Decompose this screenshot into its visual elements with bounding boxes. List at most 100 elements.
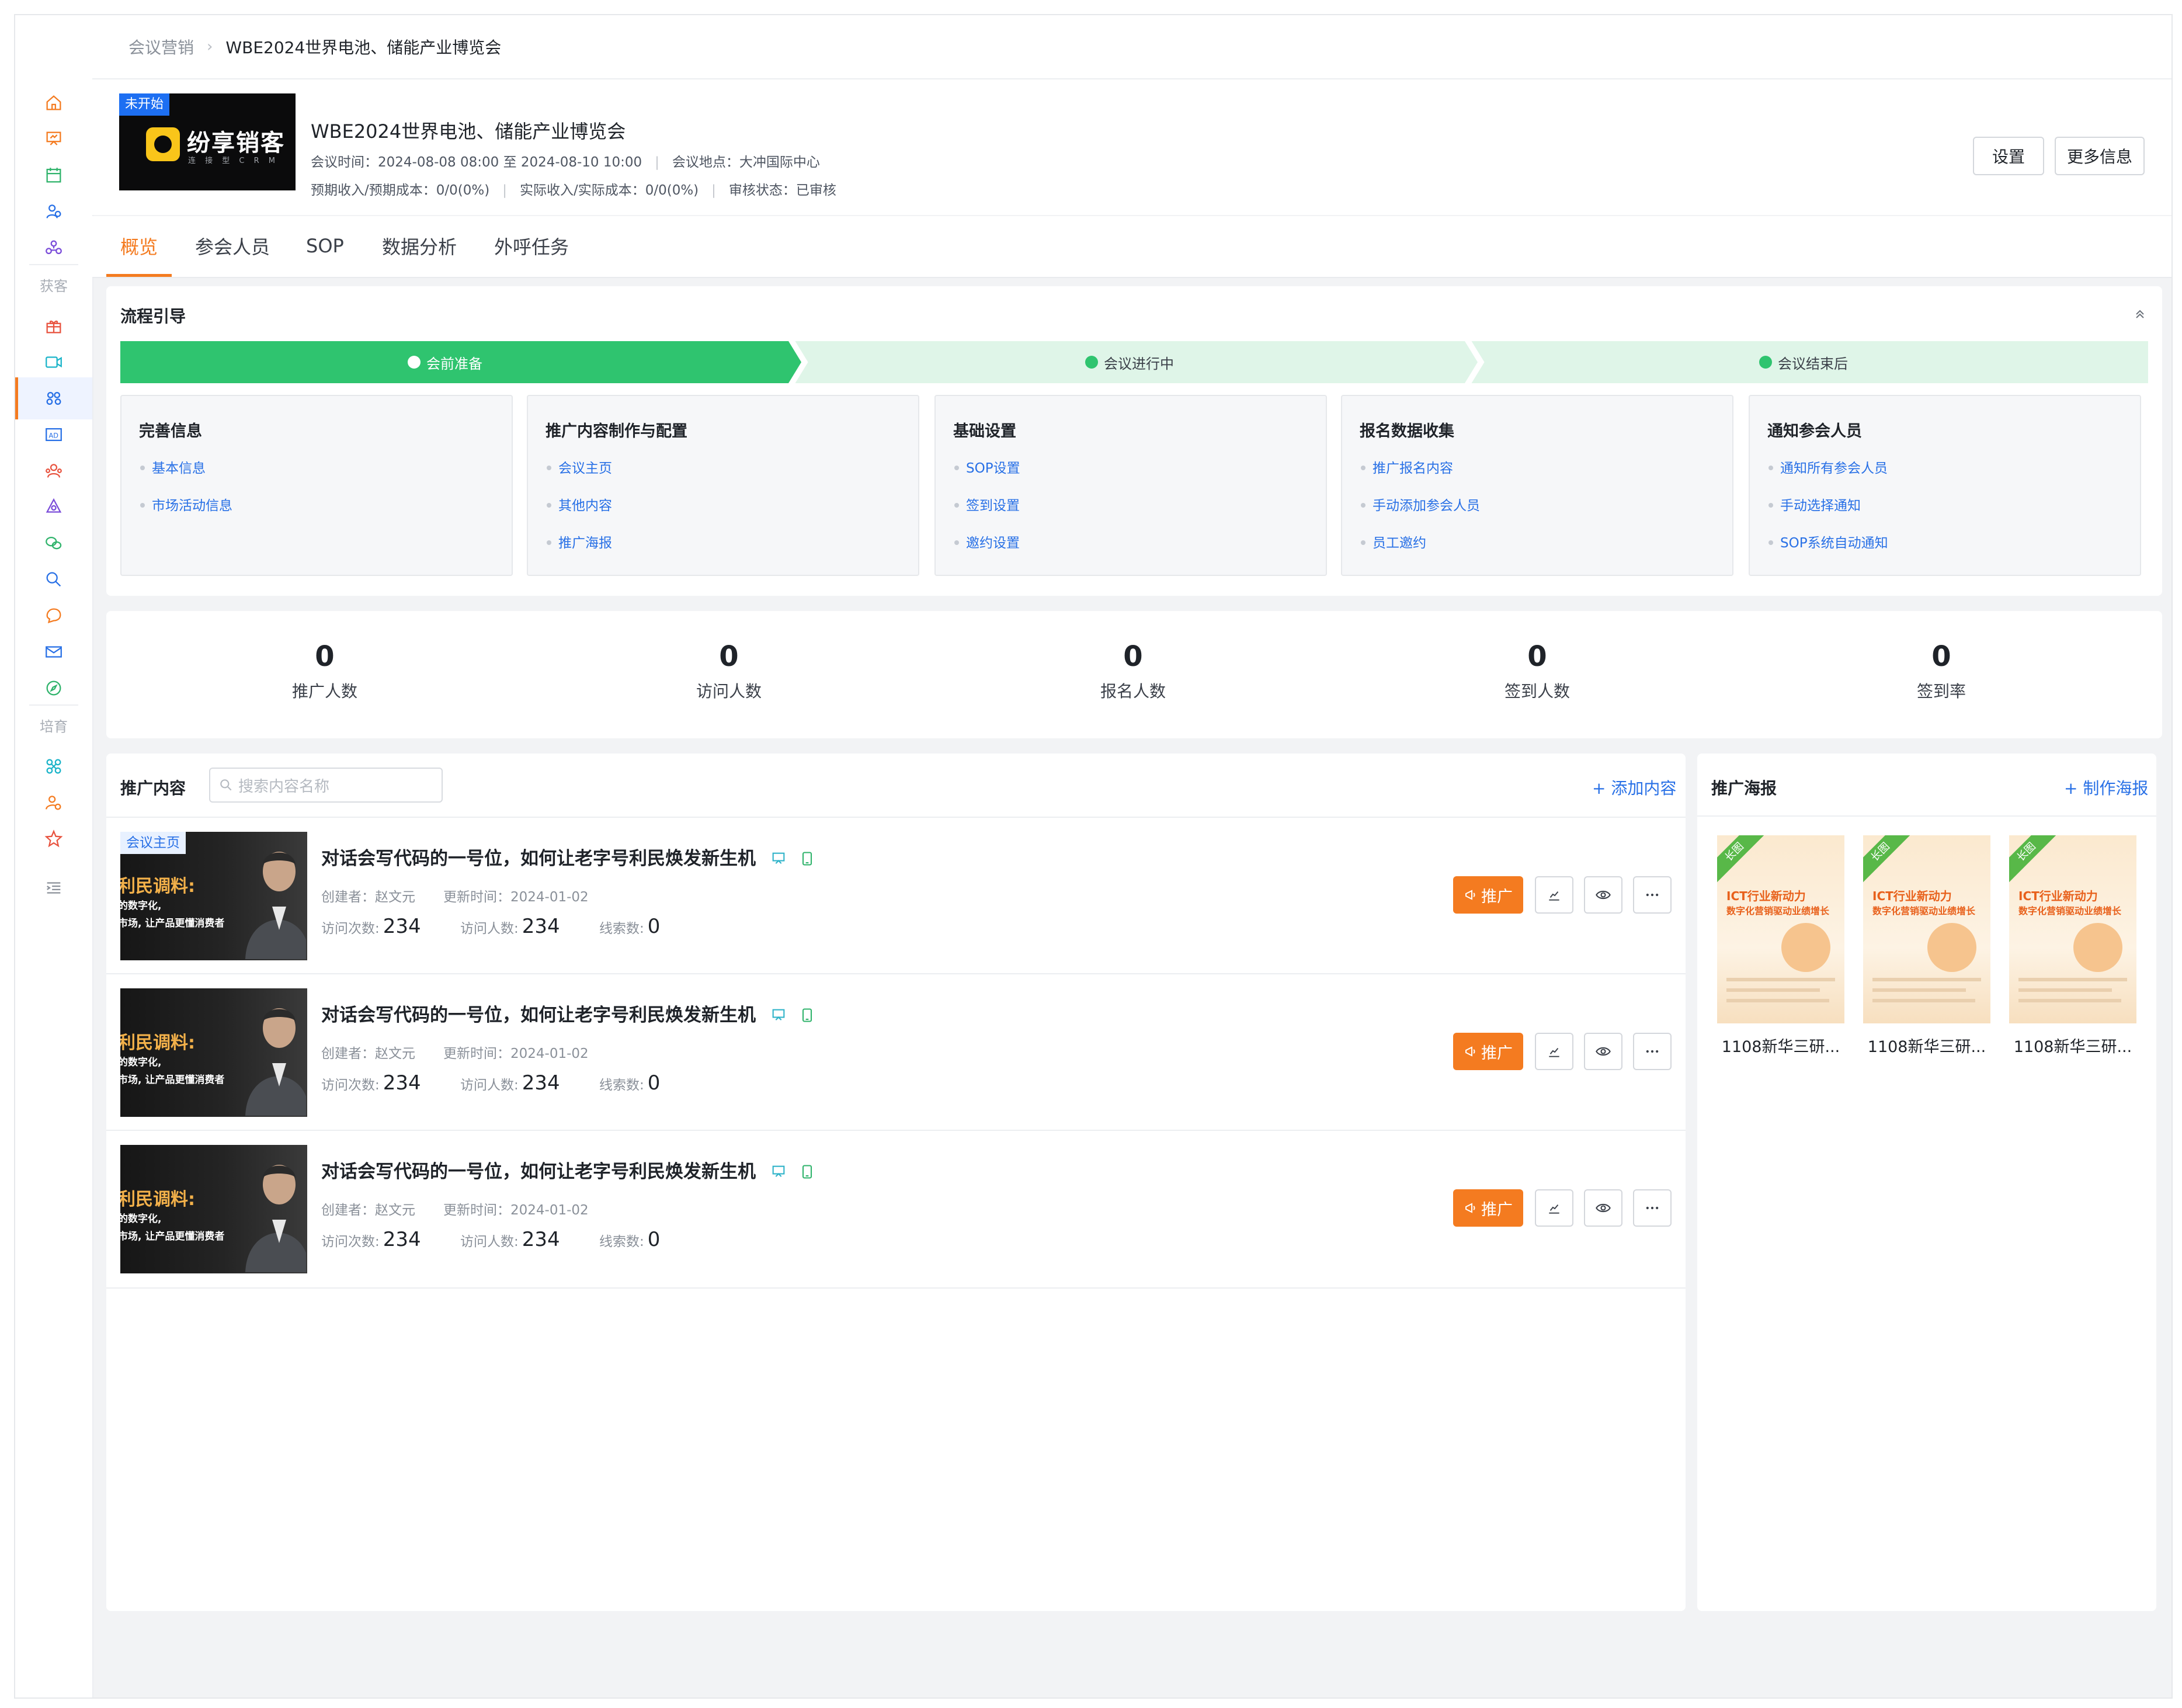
poster-subheadline: 数字化营销驱动业绩增长 <box>1872 905 1976 917</box>
breadcrumb: 会议营销 › WBE2024世界电池、储能产业博览会 <box>92 15 2171 79</box>
step-link-add-attendee[interactable]: 手动添加参会人员 <box>1361 494 1480 514</box>
poster-illustration <box>2073 923 2122 972</box>
presentation-icon <box>772 1009 785 1020</box>
step-link-staff-invite[interactable]: 员工邀约 <box>1361 532 1426 551</box>
stage-during[interactable]: 会议进行中 <box>1085 341 1174 383</box>
preview-button[interactable] <box>1584 876 1622 914</box>
time-value: 2024-08-08 08:00 至 2024-08-10 10:00 <box>378 155 642 170</box>
thumbnail-heading: 利民调料: <box>120 876 195 897</box>
stage-after[interactable]: 会议结束后 <box>1759 341 1848 383</box>
more-actions-button[interactable] <box>1633 1033 1672 1070</box>
step-link-poster[interactable]: 推广海报 <box>547 532 612 551</box>
promote-button[interactable]: 推广 <box>1453 1189 1523 1227</box>
sidebar-item-compass[interactable] <box>15 667 92 709</box>
content-title[interactable]: 对话会写代码的一号位，如何让老字号利民焕发新生机 <box>321 843 815 870</box>
poster-ribbon: 长图 <box>1863 835 1912 884</box>
more-actions-button[interactable] <box>1633 1189 1672 1227</box>
sidebar-section-nurture: 培育 <box>40 718 68 735</box>
step-link-notify-manual[interactable]: 手动选择通知 <box>1768 494 1861 514</box>
list-item[interactable]: 利民调料: 的数字化, 市场, 让产品更懂消费者 对话会写代码的一号位，如何让老字… <box>106 973 1686 1131</box>
poster-subheadline: 数字化营销驱动业绩增长 <box>2018 905 2122 917</box>
settings-button[interactable]: 设置 <box>1973 137 2044 175</box>
poster-text-lines <box>2018 978 2127 981</box>
poster-name[interactable]: 1108新华三研... <box>1717 1034 1844 1057</box>
search-input[interactable]: 搜索内容名称 <box>209 768 443 803</box>
step-link-other-content[interactable]: 其他内容 <box>547 494 612 514</box>
list-item[interactable]: 利民调料: 的数字化, 市场, 让产品更懂消费者 会议主页 对话会写代码的一号位，… <box>106 817 1686 974</box>
thumbnail-text: 的数字化, 市场, 让产品更懂消费者 <box>120 1213 225 1242</box>
analytics-button[interactable] <box>1535 1189 1573 1227</box>
step-link-registration-content[interactable]: 推广报名内容 <box>1361 457 1453 477</box>
tab-outbound-calls[interactable]: 外呼任务 <box>494 216 569 276</box>
wechat-icon <box>46 536 62 550</box>
speaker-photo <box>245 1008 306 1116</box>
promo-content-card: 推广内容 搜索内容名称 + 添加内容 利民调料: 的数字化, 市场, 让产品更懂消… <box>106 754 1686 1611</box>
brand-logo-subtitle: 连 接 型 C R M <box>188 157 279 165</box>
preview-button[interactable] <box>1584 1189 1622 1227</box>
analytics-button[interactable] <box>1535 1033 1573 1070</box>
step-link-notify-all[interactable]: 通知所有参会人员 <box>1768 457 1888 477</box>
content-meta: 创建者：赵文元 更新时间：2024-01-02 <box>321 890 589 905</box>
stat-value: 0 <box>1931 640 1951 673</box>
calendar-icon <box>46 168 61 183</box>
list-item[interactable]: 利民调料: 的数字化, 市场, 让产品更懂消费者 对话会写代码的一号位，如何让老字… <box>106 1130 1686 1289</box>
step-link-meeting-home[interactable]: 会议主页 <box>547 457 612 477</box>
content-thumbnail: 利民调料: 的数字化, 市场, 让产品更懂消费者 <box>120 988 307 1117</box>
poster-illustration <box>1781 923 1830 972</box>
poster-thumbnail[interactable]: 长图 ICT行业新动力 数字化营销驱动业绩增长 <box>1863 835 1990 1023</box>
step-link-basic-info[interactable]: 基本信息 <box>140 457 206 477</box>
poster-illustration <box>1927 923 1976 972</box>
tab-overview[interactable]: 概览 <box>106 216 172 277</box>
budget-label: 预期收入/预期成本： <box>311 183 436 198</box>
analytics-button[interactable] <box>1535 876 1573 914</box>
more-actions-button[interactable] <box>1633 876 1672 914</box>
collapse-chevron-icon[interactable] <box>2133 307 2147 321</box>
mobile-icon <box>802 1008 812 1022</box>
more-info-button[interactable]: 更多信息 <box>2055 137 2145 175</box>
promote-button[interactable]: 推广 <box>1453 1033 1523 1070</box>
mobile-icon <box>802 852 812 866</box>
poster-thumbnail[interactable]: 长图 ICT行业新动力 数字化营销驱动业绩增长 <box>2009 835 2136 1023</box>
poster-headline: ICT行业新动力 <box>2018 889 2098 903</box>
stage-label: 会议进行中 <box>1104 355 1174 372</box>
poster-name[interactable]: 1108新华三研... <box>1863 1034 1990 1057</box>
page-title: WBE2024世界电池、储能产业博览会 <box>311 120 626 143</box>
stats-card: 0 推广人数 0 访问人数 0 报名人数 0 签到人数 0 签到率 <box>106 611 2162 738</box>
flow-guide-card: 流程引导 会前准备 会议进行中 会议结束后 完善信息 基本信息 市场活动信息 推… <box>106 286 2162 596</box>
breadcrumb-parent[interactable]: 会议营销 <box>128 35 194 58</box>
content-thumbnail: 利民调料: 的数字化, 市场, 让产品更懂消费者 会议主页 <box>120 832 307 960</box>
tab-sop[interactable]: SOP <box>306 216 344 276</box>
step-complete-info: 完善信息 基本信息 市场活动信息 <box>120 395 513 576</box>
stage-before[interactable]: 会前准备 <box>408 341 482 383</box>
step-link-invite-settings[interactable]: 邀约设置 <box>954 532 1020 551</box>
step-title: 完善信息 <box>139 422 202 440</box>
time-label: 会议时间： <box>311 155 378 170</box>
review-label: 审核状态： <box>728 183 796 198</box>
sidebar-collapse-toggle[interactable] <box>15 867 92 909</box>
search-chat-icon <box>46 572 61 587</box>
step-link-checkin-settings[interactable]: 签到设置 <box>954 494 1020 514</box>
sidebar-divider <box>29 704 78 706</box>
step-basic-settings: 基础设置 SOP设置 签到设置 邀约设置 <box>934 395 1327 576</box>
preview-button[interactable] <box>1584 1033 1622 1070</box>
content-title[interactable]: 对话会写代码的一号位，如何让老字号利民焕发新生机 <box>321 1000 815 1026</box>
step-link-sop-settings[interactable]: SOP设置 <box>954 457 1020 477</box>
thumbnail-text: 的数字化, 市场, 让产品更懂消费者 <box>120 900 225 929</box>
location-value: 大冲国际中心 <box>739 155 820 170</box>
tab-attendees[interactable]: 参会人员 <box>195 216 270 276</box>
step-link-notify-sop[interactable]: SOP系统自动通知 <box>1768 532 1888 551</box>
sidebar-item-network[interactable] <box>15 227 92 269</box>
promote-button[interactable]: 推广 <box>1453 876 1523 914</box>
tab-bar: 概览 参会人员 SOP 数据分析 外呼任务 <box>92 216 2171 278</box>
content-thumbnail: 利民调料: 的数字化, 市场, 让产品更懂消费者 <box>120 1145 307 1273</box>
create-poster-link[interactable]: + 制作海报 <box>2064 776 2148 799</box>
share-icon <box>46 498 62 513</box>
ad-icon: AD <box>46 428 62 442</box>
tab-analytics[interactable]: 数据分析 <box>382 216 457 276</box>
content-title[interactable]: 对话会写代码的一号位，如何让老字号利民焕发新生机 <box>321 1157 815 1183</box>
sidebar-item-star[interactable] <box>15 818 92 860</box>
step-link-market-activity[interactable]: 市场活动信息 <box>140 494 232 514</box>
add-content-link[interactable]: + 添加内容 <box>1592 776 1676 799</box>
poster-thumbnail[interactable]: 长图 ICT行业新动力 数字化营销驱动业绩增长 <box>1717 835 1844 1023</box>
poster-name[interactable]: 1108新华三研... <box>2009 1034 2136 1057</box>
